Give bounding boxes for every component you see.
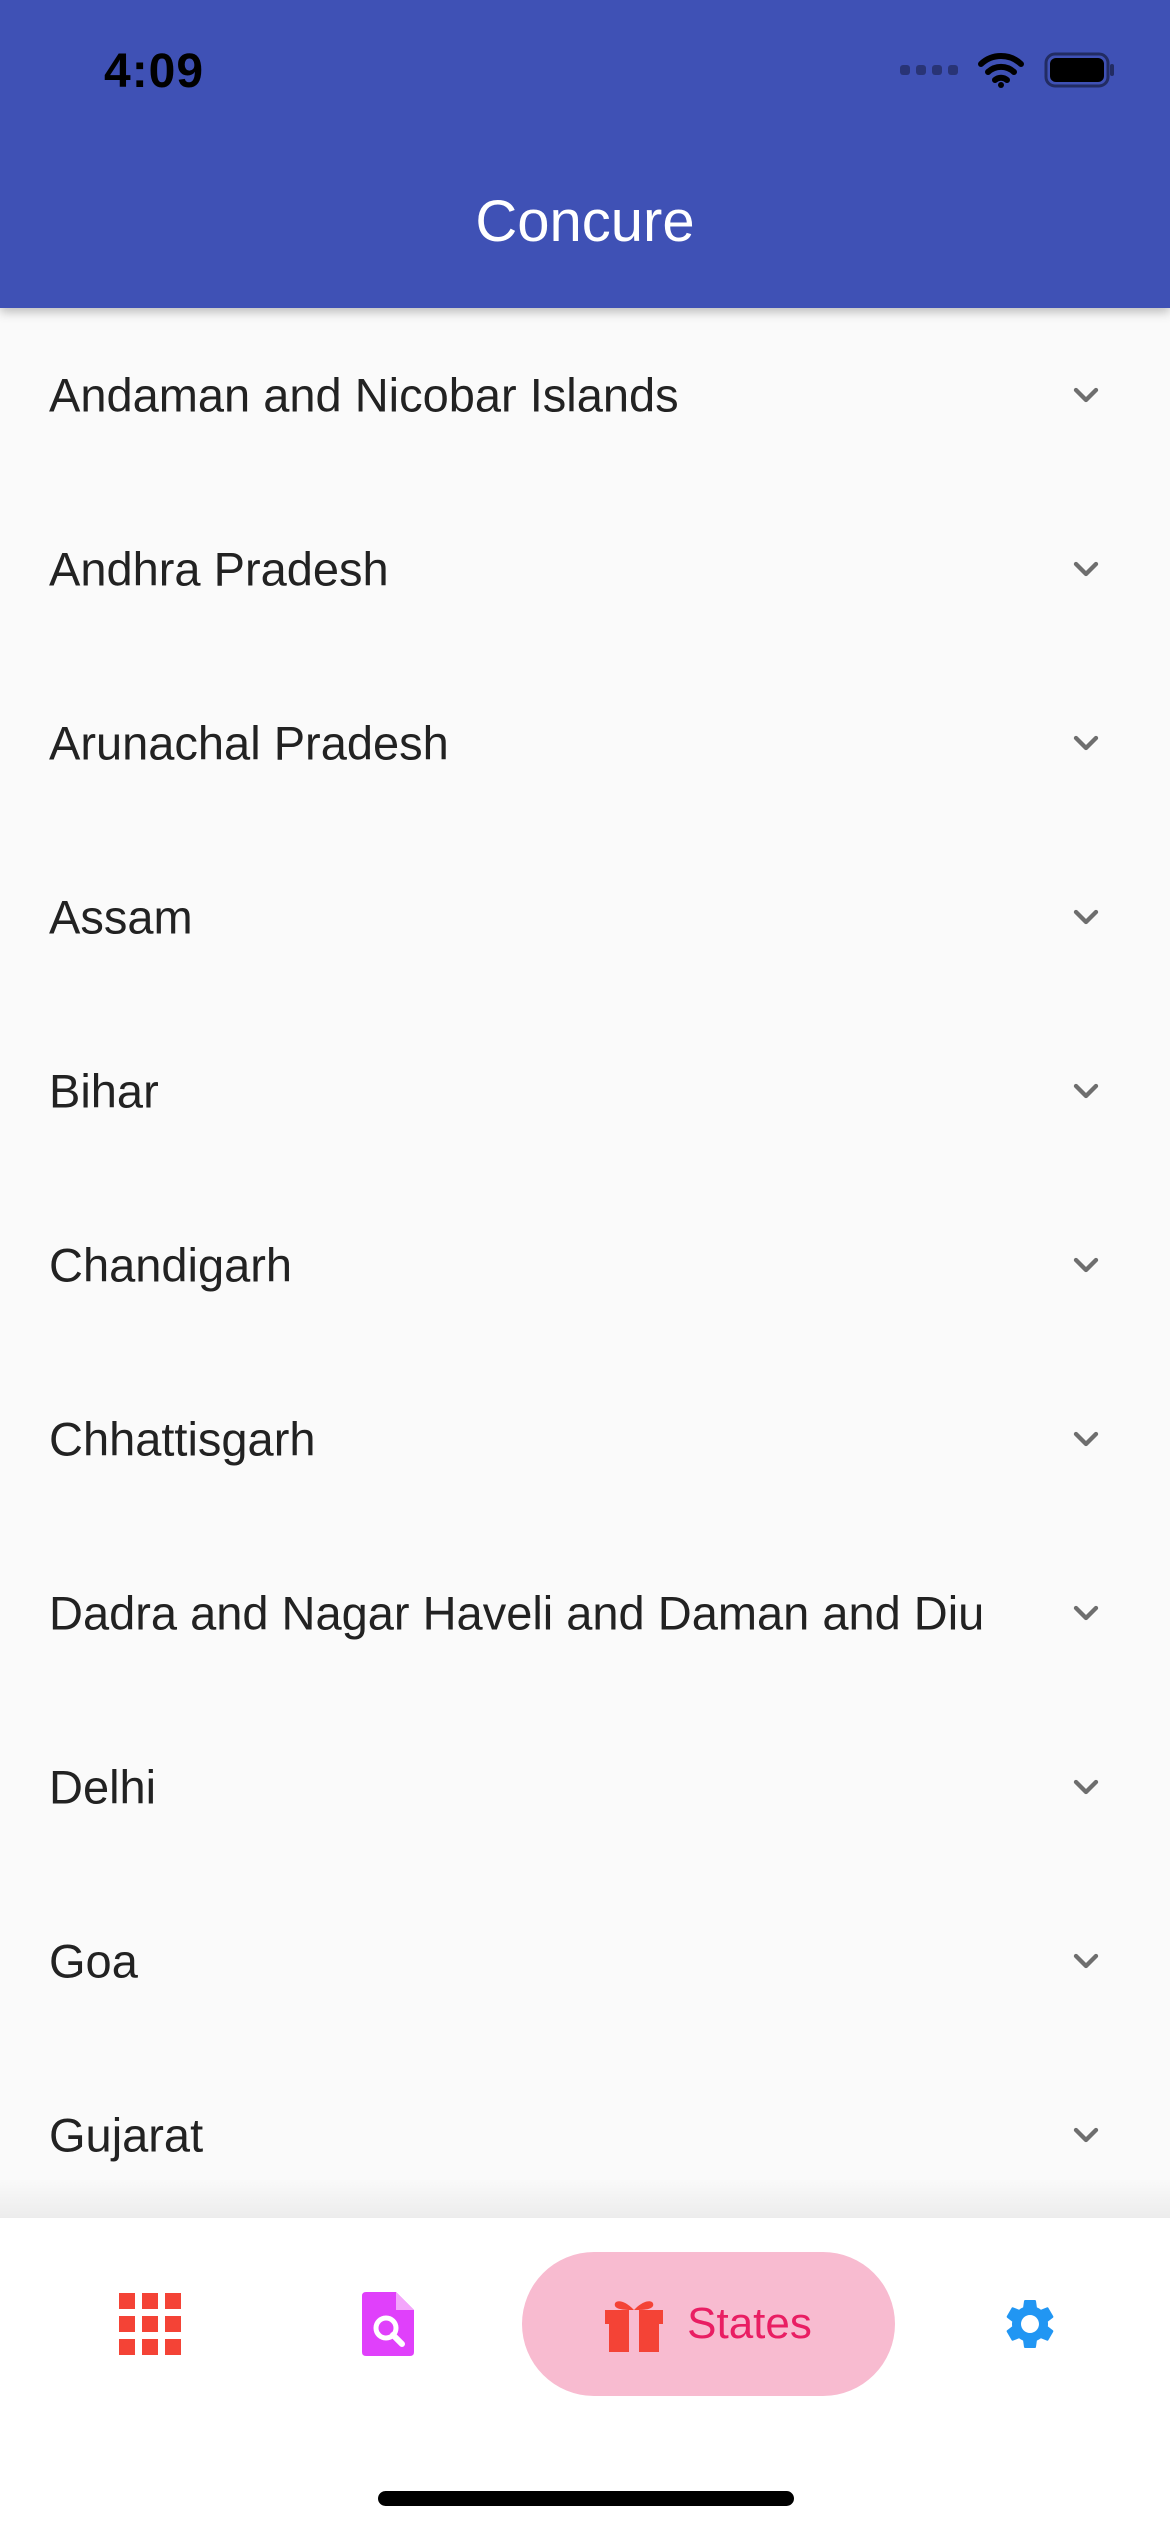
gift-icon <box>605 2301 664 2352</box>
states-list: Andaman and Nicobar Islands Andhra Prade… <box>0 308 1170 2218</box>
chevron-down-icon[interactable] <box>1066 1593 1106 1633</box>
state-label: Arunachal Pradesh <box>49 716 449 770</box>
status-time: 4:09 <box>104 45 205 98</box>
chevron-down-icon[interactable] <box>1066 1245 1106 1285</box>
apps-grid-icon <box>119 2293 181 2355</box>
state-item[interactable]: Assam <box>0 830 1170 1004</box>
state-item[interactable]: Delhi <box>0 1700 1170 1874</box>
state-item[interactable]: Goa <box>0 1874 1170 2048</box>
battery-icon <box>1044 52 1114 88</box>
nav-settings-button[interactable] <box>968 2252 1092 2396</box>
chevron-down-icon[interactable] <box>1066 1767 1106 1807</box>
state-label: Andaman and Nicobar Islands <box>49 368 679 422</box>
app-bar: 4:09 Concure <box>0 0 1170 308</box>
state-item[interactable]: Chandigarh <box>0 1178 1170 1352</box>
state-label: Andhra Pradesh <box>49 542 389 596</box>
state-label: Delhi <box>49 1760 157 1814</box>
home-indicator[interactable] <box>378 2491 794 2506</box>
chevron-down-icon[interactable] <box>1066 1071 1106 1111</box>
wifi-icon <box>978 53 1024 88</box>
state-item[interactable]: Andaman and Nicobar Islands <box>0 308 1170 482</box>
chevron-down-icon[interactable] <box>1066 375 1106 415</box>
cellular-signal-icon <box>900 65 958 75</box>
status-icons <box>900 52 1116 88</box>
list-bottom-shadow <box>0 2178 1170 2220</box>
chevron-down-icon[interactable] <box>1066 897 1106 937</box>
state-label: Goa <box>49 1934 138 1988</box>
state-label: Chandigarh <box>49 1238 293 1292</box>
nav-states-label: States <box>687 2299 812 2348</box>
bottom-navigation: States <box>0 2218 1170 2532</box>
chevron-down-icon[interactable] <box>1066 2115 1106 2155</box>
chevron-down-icon[interactable] <box>1066 1419 1106 1459</box>
settings-gear-icon <box>1006 2300 1054 2348</box>
state-item[interactable]: Andhra Pradesh <box>0 482 1170 656</box>
state-label: Assam <box>49 890 193 944</box>
state-label: Gujarat <box>49 2108 204 2162</box>
state-item[interactable]: Arunachal Pradesh <box>0 656 1170 830</box>
chevron-down-icon[interactable] <box>1066 1941 1106 1981</box>
state-label: Bihar <box>49 1064 159 1118</box>
nav-search-document-button[interactable] <box>326 2252 450 2396</box>
chevron-down-icon[interactable] <box>1066 549 1106 589</box>
app-title: Concure <box>475 189 695 254</box>
chevron-down-icon[interactable] <box>1066 723 1106 763</box>
state-item[interactable]: Chhattisgarh <box>0 1352 1170 1526</box>
nav-apps-button[interactable] <box>88 2252 212 2396</box>
document-search-icon <box>362 2292 414 2356</box>
state-item[interactable]: Dadra and Nagar Haveli and Daman and Diu <box>0 1526 1170 1700</box>
state-label: Dadra and Nagar Haveli and Daman and Diu <box>49 1586 985 1640</box>
state-item[interactable]: Bihar <box>0 1004 1170 1178</box>
nav-states-button[interactable]: States <box>522 2252 895 2396</box>
state-label: Chhattisgarh <box>49 1412 316 1466</box>
